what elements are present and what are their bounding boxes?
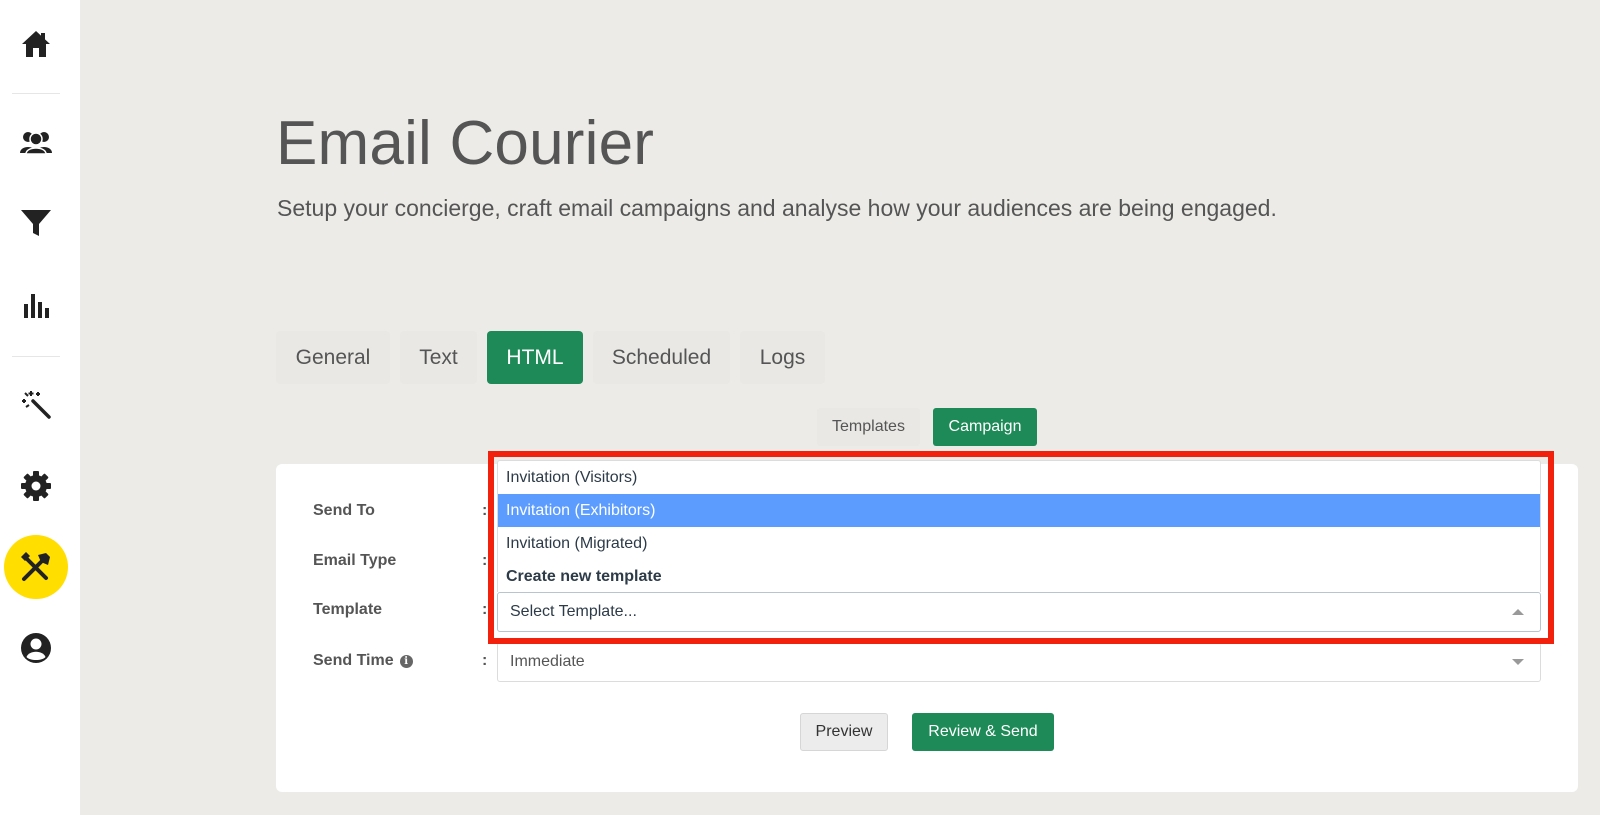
caret-down-icon — [1512, 659, 1524, 665]
tab-text[interactable]: Text — [400, 331, 477, 384]
preview-button[interactable]: Preview — [800, 713, 888, 751]
page-subtitle: Setup your concierge, craft email campai… — [277, 195, 1277, 221]
sidebar-divider — [12, 356, 60, 357]
review-send-button[interactable]: Review & Send — [912, 713, 1054, 751]
sidebar-item-analytics[interactable] — [4, 273, 68, 337]
subtab-campaign[interactable]: Campaign — [933, 408, 1037, 446]
sidebar-divider — [12, 93, 60, 94]
gear-icon — [20, 470, 52, 502]
dropdown-option-create-new[interactable]: Create new template — [498, 560, 1540, 593]
email-type-label: Email Type — [313, 552, 397, 569]
page-title: Email Courier — [276, 109, 655, 178]
template-colon: : — [482, 601, 488, 618]
home-icon — [20, 28, 52, 60]
tab-general[interactable]: General — [276, 331, 390, 384]
tab-html[interactable]: HTML — [487, 331, 583, 384]
dropdown-option[interactable]: Invitation (Exhibitors) — [498, 494, 1540, 527]
sidebar — [0, 0, 80, 815]
template-dropdown-menu: Invitation (Visitors) Invitation (Exhibi… — [497, 460, 1541, 592]
subtab-templates[interactable]: Templates — [817, 408, 920, 446]
info-icon[interactable]: i — [399, 654, 413, 668]
users-icon — [19, 129, 53, 155]
sidebar-item-home[interactable] — [4, 12, 68, 76]
sidebar-item-tools[interactable] — [4, 535, 68, 599]
filter-icon — [20, 207, 52, 239]
send-time-select-value: Immediate — [510, 653, 585, 670]
sidebar-item-automation[interactable] — [4, 372, 68, 436]
send-time-select[interactable]: Immediate — [497, 642, 1541, 682]
template-select[interactable]: Select Template... — [497, 592, 1541, 632]
tools-icon — [19, 550, 53, 584]
email-type-colon: : — [482, 552, 488, 569]
dropdown-option[interactable]: Invitation (Migrated) — [498, 527, 1540, 560]
caret-up-icon — [1512, 609, 1524, 615]
template-label: Template — [313, 601, 383, 618]
sidebar-item-filter[interactable] — [4, 191, 68, 255]
sidebar-item-users[interactable] — [4, 110, 68, 174]
tab-logs[interactable]: Logs — [740, 331, 825, 384]
send-to-colon: : — [482, 502, 488, 519]
magic-wand-icon — [21, 389, 51, 419]
sidebar-item-settings[interactable] — [4, 454, 68, 518]
bar-chart-icon — [22, 290, 50, 320]
template-select-value: Select Template... — [510, 603, 637, 620]
sidebar-item-account[interactable] — [4, 616, 68, 680]
dropdown-option[interactable]: Invitation (Visitors) — [498, 461, 1540, 494]
send-to-label: Send To — [313, 502, 375, 519]
tab-scheduled[interactable]: Scheduled — [593, 331, 730, 384]
send-time-label: Send Time i — [313, 652, 413, 670]
send-time-colon: : — [482, 652, 488, 669]
user-account-icon — [20, 632, 52, 664]
